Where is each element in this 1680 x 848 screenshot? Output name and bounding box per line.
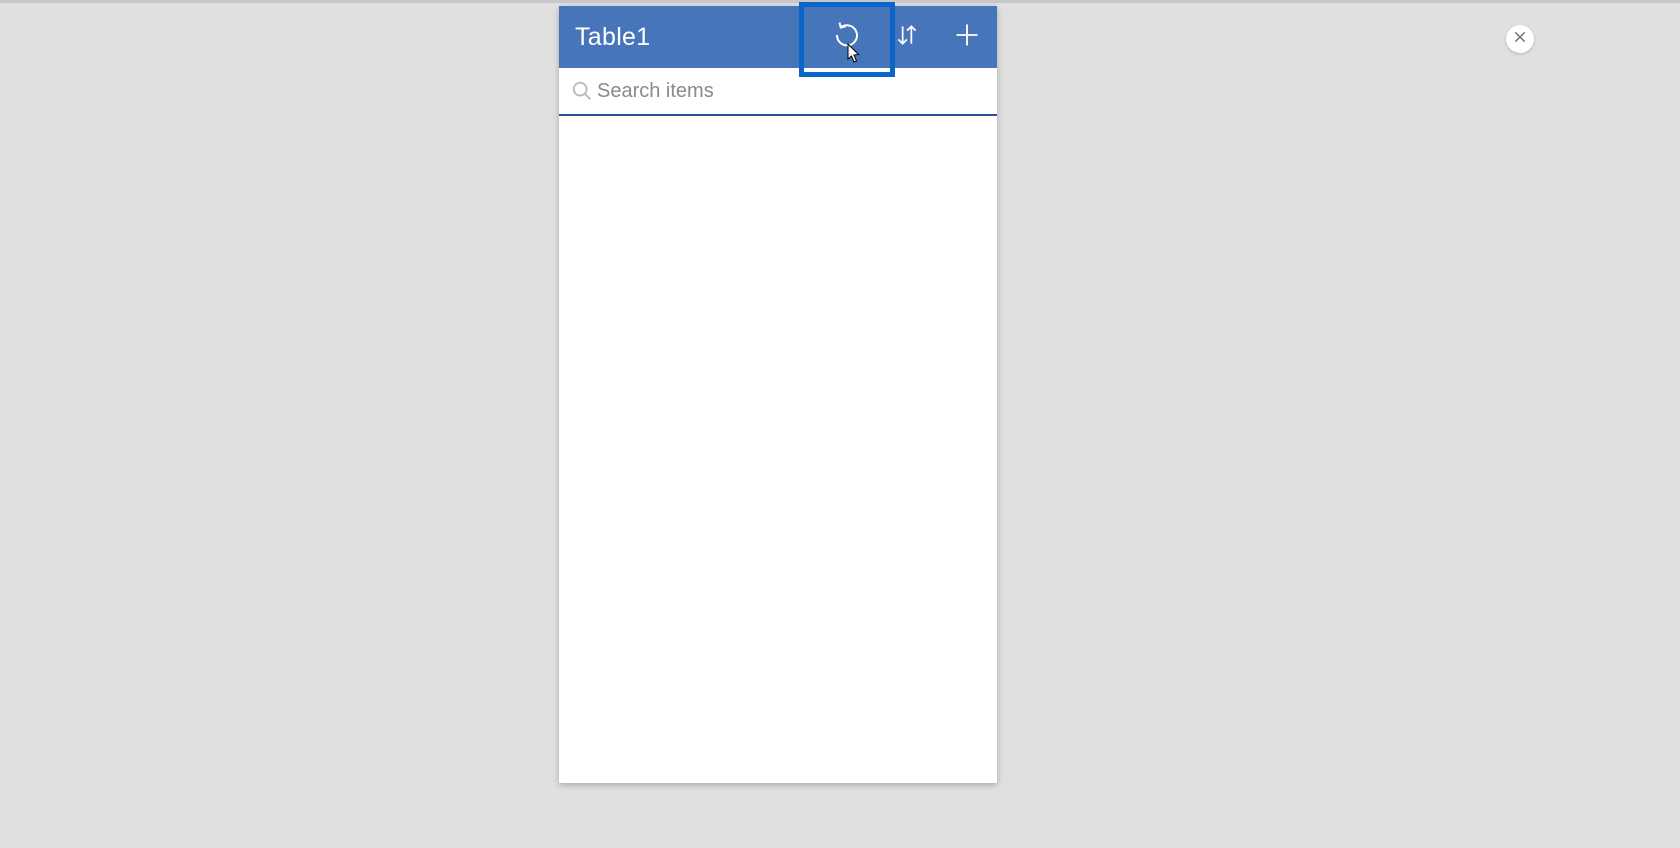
table-panel: Table1 xyxy=(559,6,997,783)
refresh-button[interactable] xyxy=(817,6,877,68)
header-actions xyxy=(817,6,997,68)
panel-title: Table1 xyxy=(575,23,817,52)
close-icon xyxy=(1513,30,1527,49)
panel-header: Table1 xyxy=(559,6,997,68)
close-button[interactable] xyxy=(1506,25,1534,53)
items-list xyxy=(559,116,997,783)
plus-icon xyxy=(953,21,981,54)
refresh-icon xyxy=(832,20,862,55)
search-input[interactable] xyxy=(597,80,987,103)
search-icon xyxy=(569,80,595,102)
sort-icon xyxy=(894,21,920,54)
add-button[interactable] xyxy=(937,6,997,68)
search-row xyxy=(559,68,997,116)
sort-button[interactable] xyxy=(877,6,937,68)
